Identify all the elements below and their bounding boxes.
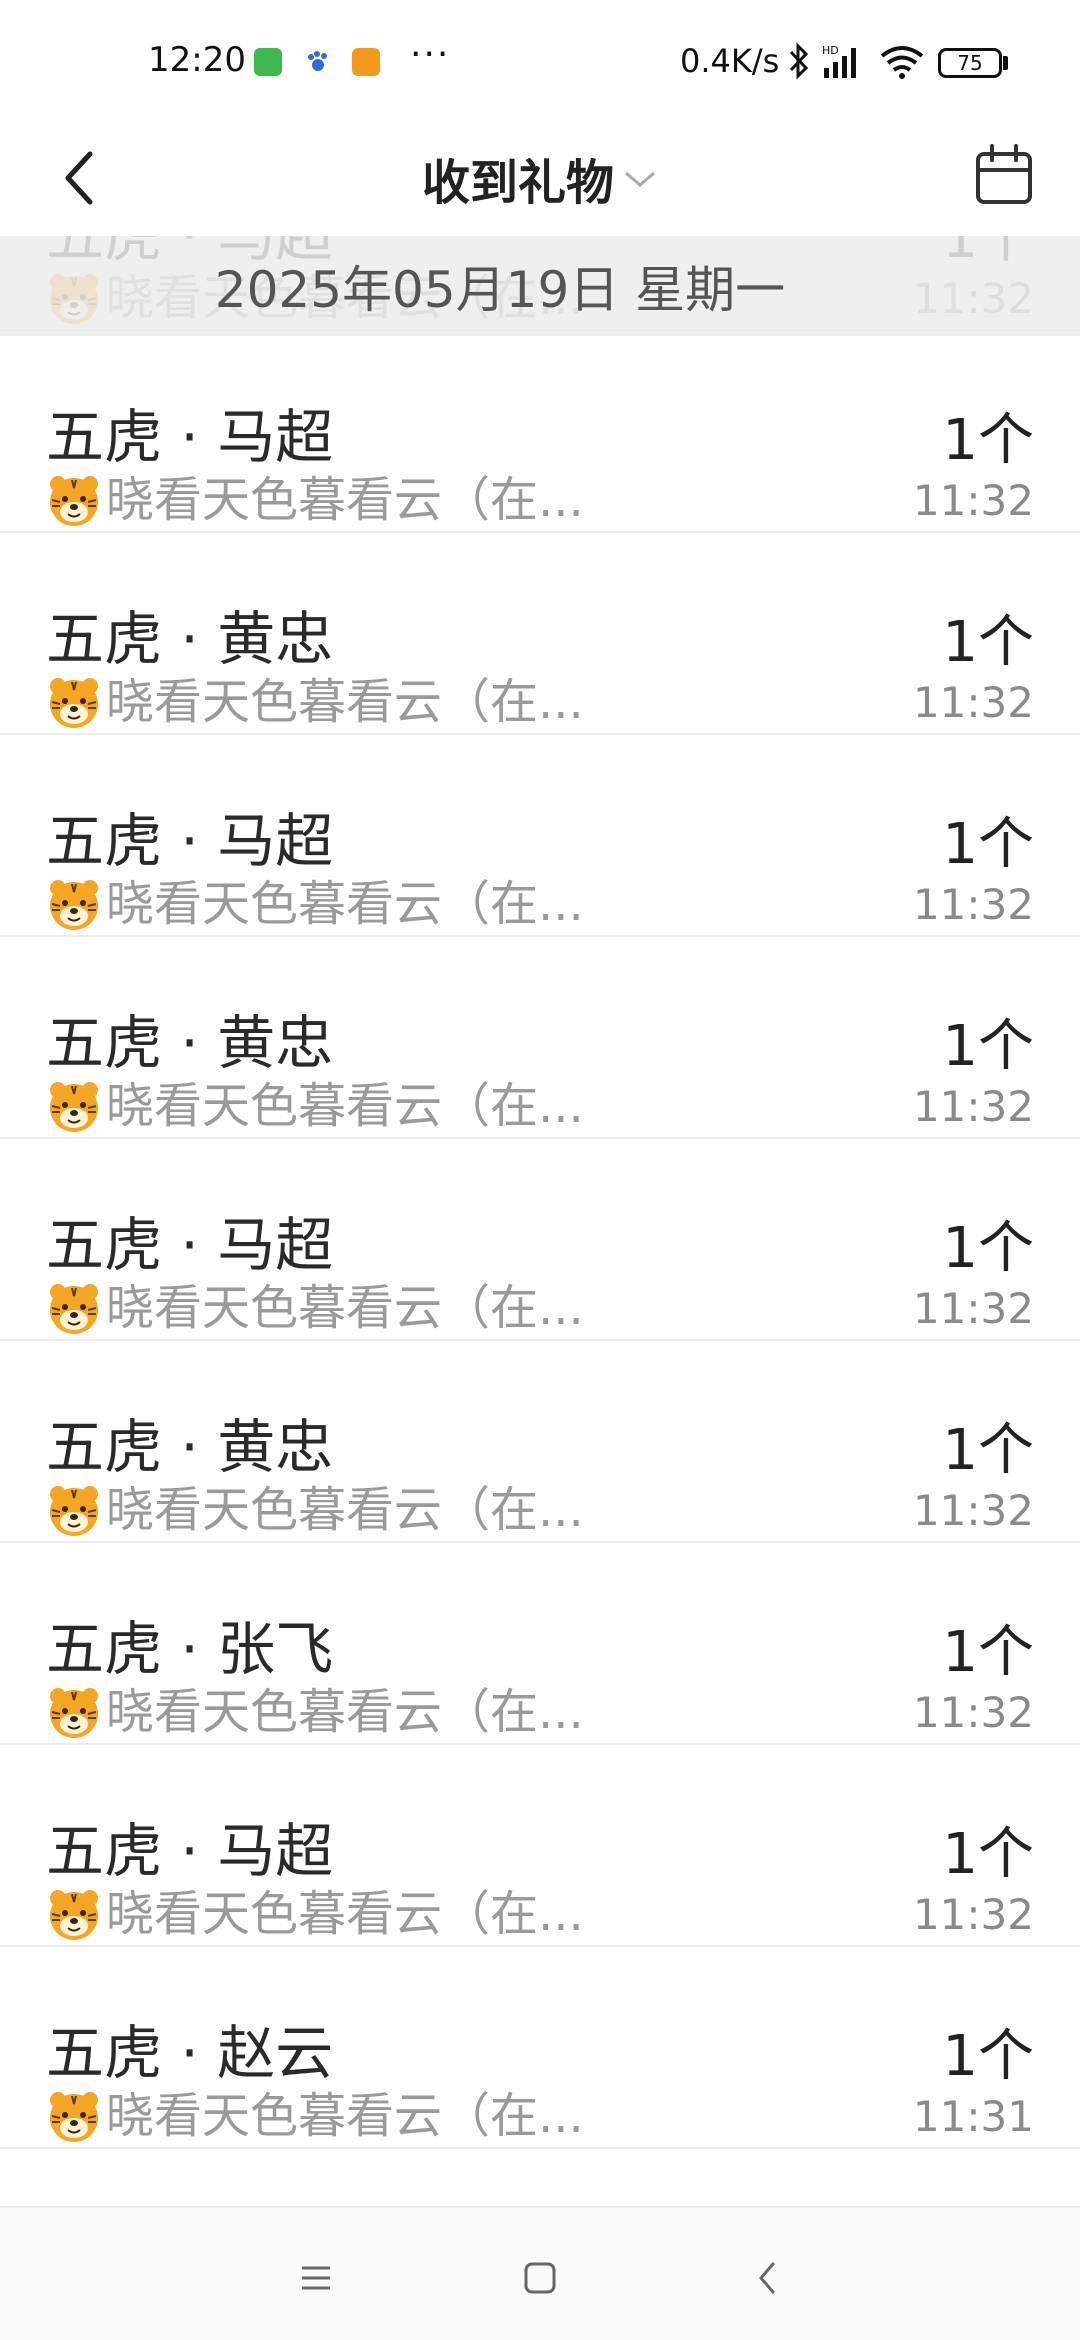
battery-tip: [1003, 56, 1008, 70]
gift-time: 11:32: [912, 1890, 1034, 1939]
page-title: 收到礼物: [421, 155, 614, 211]
battery-icon: 75: [938, 48, 1002, 78]
sender-name: 晓看天色暮看云（在...: [106, 1886, 584, 1942]
sender-name: 晓看天色暮看云（在...: [106, 1684, 584, 1740]
bluetooth-icon: [786, 42, 812, 84]
gift-count: 1个: [942, 1418, 1034, 1483]
gift-name: 五虎 · 马超: [46, 1211, 334, 1279]
app-green-icon: [254, 48, 282, 76]
gift-time: 11:32: [912, 1688, 1034, 1737]
gift-sender: 晓看天色暮看云（在...: [46, 1886, 584, 1942]
gift-row[interactable]: 五虎 · 黄忠 晓看天色暮看云（在... 1个 11:32: [0, 533, 1080, 735]
tiger-emoji-icon: [46, 1886, 102, 1942]
home-icon[interactable]: [510, 2248, 570, 2308]
tiger-emoji-icon: [46, 1078, 102, 1134]
tiger-emoji-icon: [46, 2088, 102, 2144]
sender-name: 晓看天色暮看云（在...: [106, 2088, 584, 2144]
gift-name: 五虎 · 马超: [46, 807, 334, 875]
gift-sender: 晓看天色暮看云（在...: [46, 674, 584, 730]
gift-list[interactable]: 五虎 · 马超晓看天色暮看云（在...1个11:32五虎 · 马超晓看天色暮看云…: [0, 236, 1080, 2206]
gift-time: 11:32: [912, 678, 1034, 727]
status-time: 12:20: [148, 40, 246, 80]
tiger-emoji-icon: [46, 876, 102, 932]
tiger-emoji-icon: [46, 1482, 102, 1538]
chevron-down-icon: [622, 167, 658, 195]
gift-time: 11:32: [912, 476, 1034, 525]
status-bar: 12:20 ··· 0.4K/s HD 75: [0, 0, 1080, 120]
gift-name: 五虎 · 黄忠: [46, 1413, 334, 1481]
gift-count: 1个: [942, 812, 1034, 877]
sender-name: 晓看天色暮看云（在...: [106, 1078, 584, 1134]
gift-time: 11:32: [912, 1082, 1034, 1131]
app-orange-icon: [352, 48, 380, 76]
gift-row[interactable]: 五虎 · 马超晓看天色暮看云（在... 1个11:32: [0, 1745, 1080, 1947]
calendar-icon[interactable]: [972, 140, 1036, 210]
gift-time: 11:32: [912, 880, 1034, 929]
tiger-emoji-icon: [46, 472, 102, 528]
date-banner-text: 2025年05月19日 星期一: [214, 261, 786, 319]
sender-name: 晓看天色暮看云（在...: [106, 472, 584, 528]
tiger-emoji-icon: [46, 1684, 102, 1740]
gift-row[interactable]: 五虎 · 马超晓看天色暮看云（在... 1个11:32: [0, 331, 1080, 533]
gift-row[interactable]: 五虎 · 赵云 晓看天色暮看云（在... 1个 11:31: [0, 1947, 1080, 2149]
baidu-icon: [304, 48, 332, 76]
date-banner: 2025年05月19日 星期一: [0, 236, 1080, 336]
gift-sender: 晓看天色暮看云（在...: [46, 472, 584, 528]
gift-name: 五虎 · 赵云: [46, 2019, 334, 2087]
gift-count: 1个: [942, 1216, 1034, 1281]
gift-name: 五虎 · 黄忠: [46, 605, 334, 673]
gift-name: 五虎 · 马超: [46, 403, 334, 471]
tiger-emoji-icon: [46, 1280, 102, 1336]
nav-bar: [0, 2206, 1080, 2340]
gift-count: 1个: [942, 2024, 1034, 2089]
gift-row[interactable]: 五虎 · 马超晓看天色暮看云（在... 1个11:32: [0, 735, 1080, 937]
net-speed: 0.4K/s: [680, 42, 780, 80]
gift-count: 1个: [942, 408, 1034, 473]
gift-count: 1个: [942, 1620, 1034, 1685]
gift-sender: 晓看天色暮看云（在...: [46, 1684, 584, 1740]
nav-back-icon[interactable]: [738, 2248, 798, 2308]
gift-name: 五虎 · 张飞: [46, 1615, 334, 1683]
gift-time: 11:32: [912, 1284, 1034, 1333]
gift-sender: 晓看天色暮看云（在...: [46, 1482, 584, 1538]
header: 收到礼物: [0, 120, 1080, 236]
gift-row[interactable]: 五虎 · 马超晓看天色暮看云（在... 1个11:32: [0, 1139, 1080, 1341]
wifi-icon: [878, 42, 926, 86]
gift-sender: 晓看天色暮看云（在...: [46, 2088, 584, 2144]
gift-row[interactable]: 五虎 · 黄忠 晓看天色暮看云（在... 1个 11:32: [0, 937, 1080, 1139]
title-dropdown[interactable]: 收到礼物: [0, 138, 1080, 218]
gift-name: 五虎 · 黄忠: [46, 1009, 334, 1077]
gift-count: 1个: [942, 1014, 1034, 1079]
gift-sender: 晓看天色暮看云（在...: [46, 876, 584, 932]
gift-list-inner: 五虎 · 马超晓看天色暮看云（在...1个11:32五虎 · 马超晓看天色暮看云…: [0, 236, 1080, 2149]
sender-name: 晓看天色暮看云（在...: [106, 876, 584, 932]
signal-icon: HD: [820, 42, 870, 86]
gift-sender: 晓看天色暮看云（在...: [46, 1078, 584, 1134]
sender-name: 晓看天色暮看云（在...: [106, 1482, 584, 1538]
sender-name: 晓看天色暮看云（在...: [106, 1280, 584, 1336]
tiger-emoji-icon: [46, 674, 102, 730]
gift-time: 11:31: [912, 2092, 1034, 2141]
sender-name: 晓看天色暮看云（在...: [106, 674, 584, 730]
gift-row[interactable]: 五虎 · 张飞 晓看天色暮看云（在... 1个 11:32: [0, 1543, 1080, 1745]
gift-count: 1个: [942, 610, 1034, 675]
gift-sender: 晓看天色暮看云（在...: [46, 1280, 584, 1336]
menu-icon[interactable]: [286, 2248, 346, 2308]
gift-count: 1个: [942, 1822, 1034, 1887]
svg-text:HD: HD: [822, 44, 839, 57]
gift-row[interactable]: 五虎 · 黄忠 晓看天色暮看云（在... 1个 11:32: [0, 1341, 1080, 1543]
more-notifications-icon: ···: [410, 34, 451, 75]
gift-time: 11:32: [912, 1486, 1034, 1535]
gift-name: 五虎 · 马超: [46, 1817, 334, 1885]
